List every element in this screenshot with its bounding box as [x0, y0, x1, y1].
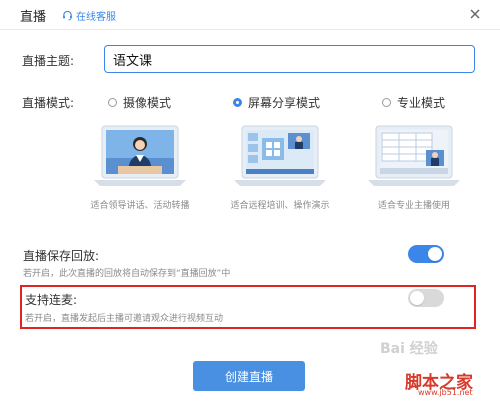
mic-title: 支持连麦: — [25, 293, 78, 307]
mode-option-camera-label: 摄像模式 — [123, 96, 172, 110]
toggle-knob — [428, 247, 442, 261]
pro-mode-illustration — [368, 125, 460, 186]
camera-mode-illustration — [94, 125, 186, 186]
radio-screen-share[interactable] — [233, 98, 242, 107]
subject-input[interactable] — [104, 45, 475, 73]
mode-option-camera[interactable]: 摄像模式 — [108, 94, 171, 111]
subject-label: 直播主题: — [22, 54, 75, 68]
online-service-label: 在线客服 — [76, 12, 116, 23]
mic-desc: 若开启，直播发起后主播可邀请观众进行视频互动 — [25, 314, 224, 324]
radio-pro[interactable] — [382, 98, 391, 107]
dialog-title: 直播 — [20, 10, 47, 25]
create-live-button[interactable]: 创建直播 — [193, 361, 305, 391]
mode-option-screen-share-label: 屏幕分享模式 — [248, 96, 321, 110]
toggle-knob — [410, 291, 424, 305]
mode-option-pro[interactable]: 专业模式 — [382, 94, 445, 111]
screen-share-illustration — [234, 125, 326, 186]
site-url-watermark: www.jb51.net — [418, 388, 473, 397]
mode-option-screen-share[interactable]: 屏幕分享模式 — [233, 94, 320, 111]
mode-label: 直播模式: — [22, 96, 75, 110]
headset-icon — [63, 10, 72, 21]
mic-toggle[interactable] — [408, 289, 444, 307]
online-service-link[interactable]: 在线客服 — [62, 8, 116, 23]
close-icon[interactable] — [468, 7, 482, 21]
replay-desc: 若开启，此次直播的回放将自动保存到“直播回放”中 — [23, 269, 231, 279]
dialog-header: 直播 在线客服 — [0, 0, 500, 30]
mode-option-pro-label: 专业模式 — [397, 96, 446, 110]
radio-camera[interactable] — [108, 98, 117, 107]
live-dialog: 直播 在线客服 直播主题: 直播模式: 摄像模式 屏幕分享模式 专业模式 — [0, 0, 500, 403]
baidu-watermark: Bai 经验 — [380, 341, 438, 357]
replay-title: 直播保存回放: — [23, 249, 100, 263]
replay-toggle[interactable] — [408, 245, 444, 263]
screen-share-mode-desc: 适合远程培训、操作演示 — [230, 201, 330, 211]
pro-mode-desc: 适合专业主播使用 — [377, 201, 450, 211]
camera-mode-desc: 适合领导讲话、活动转播 — [90, 201, 190, 211]
